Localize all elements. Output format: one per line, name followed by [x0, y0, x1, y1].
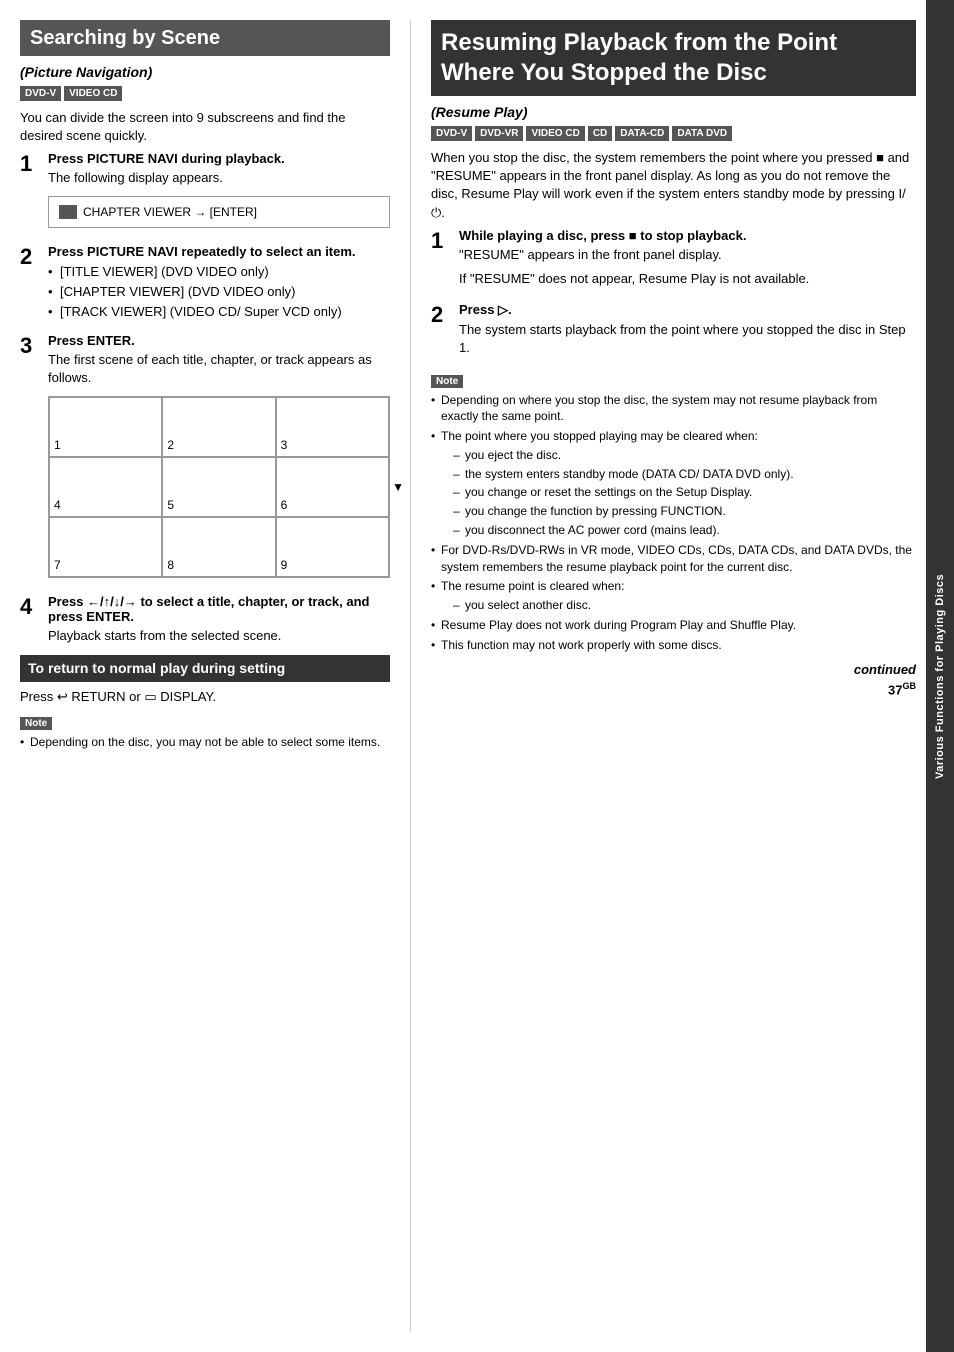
badge-r-cd: CD [588, 126, 612, 141]
left-column: Searching by Scene (Picture Navigation) … [20, 20, 410, 1332]
left-intro: You can divide the screen into 9 subscre… [20, 109, 390, 145]
return-heading: To return to normal play during setting [20, 655, 390, 683]
r-note-3: The resume point is cleared when: you se… [431, 578, 916, 614]
r-note-5: This function may not work properly with… [431, 637, 916, 654]
badge-r-dvdvr: DVD-VR [475, 126, 523, 141]
left-step4: 4 Press ←/↑/↓/→ to select a title, chapt… [20, 594, 390, 645]
left-step3: 3 Press ENTER. The first scene of each t… [20, 333, 390, 585]
step2-num: 2 [20, 246, 48, 268]
r-step1-content: While playing a disc, press ■ to stop pl… [459, 228, 916, 294]
step1-num: 1 [20, 153, 48, 175]
left-note-0: Depending on the disc, you may not be ab… [20, 734, 390, 751]
r-step2-body: The system starts playback from the poin… [459, 321, 916, 357]
r-sub1-4: you disconnect the AC power cord (mains … [453, 522, 916, 539]
r-sub1-3: you change the function by pressing FUNC… [453, 503, 916, 520]
left-note-box: Note Depending on the disc, you may not … [20, 714, 390, 751]
side-tab: Various Functions for Playing Discs [926, 0, 954, 1352]
right-note-label: Note [431, 375, 463, 388]
right-column: Resuming Playback from the Point Where Y… [410, 20, 916, 1332]
r-sub1-0: you eject the disc. [453, 447, 916, 464]
right-intro: When you stop the disc, the system remem… [431, 149, 916, 222]
return-symbol: ↩ [57, 689, 68, 704]
badge-videocd: VIDEO CD [64, 86, 122, 101]
r-step1-num: 1 [431, 230, 459, 252]
right-step1: 1 While playing a disc, press ■ to stop … [431, 228, 916, 294]
step3-body: The first scene of each title, chapter, … [48, 351, 390, 387]
left-note-label: Note [20, 717, 52, 730]
left-subtitle: (Picture Navigation) [20, 64, 390, 80]
cell-2: 2 [162, 397, 275, 457]
cell-9: 9 [276, 517, 389, 577]
r-sub1-1: the system enters standby mode (DATA CD/… [453, 466, 916, 483]
badge-r-videocd: VIDEO CD [526, 126, 584, 141]
cell-7: 7 [49, 517, 162, 577]
step3-num: 3 [20, 335, 48, 357]
right-section-header: Resuming Playback from the Point Where Y… [431, 20, 916, 96]
scene-grid-outer: 1 2 3 4 5 6 7 8 9 ▼ [48, 396, 390, 578]
left-step1: 1 Press PICTURE NAVI during playback. Th… [20, 151, 390, 235]
cell-8: 8 [162, 517, 275, 577]
badge-r-datacd: DATA-CD [615, 126, 669, 141]
page-number: 37GB [431, 681, 916, 697]
r-sub2-0: you select another disc. [453, 597, 916, 614]
step4-content: Press ←/↑/↓/→ to select a title, chapter… [48, 594, 390, 645]
step2-content: Press PICTURE NAVI repeatedly to select … [48, 244, 390, 326]
continued-text: continued [431, 662, 916, 677]
viewer-box: CHAPTER VIEWER → [ENTER] [48, 196, 390, 228]
step4-body: Playback starts from the selected scene. [48, 627, 390, 645]
r-step2-content: Press ▷. The system starts playback from… [459, 302, 916, 363]
badge-r-dvdv: DVD-V [431, 126, 472, 141]
left-step2: 2 Press PICTURE NAVI repeatedly to selec… [20, 244, 390, 326]
step4-title: Press ←/↑/↓/→ to select a title, chapter… [48, 594, 390, 624]
step4-num: 4 [20, 596, 48, 618]
scroll-arrow-icon: ▼ [392, 480, 404, 494]
badge-r-datadvd: DATA DVD [672, 126, 732, 141]
right-note-sublist2: you select another disc. [441, 597, 916, 614]
cell-4: 4 [49, 457, 162, 517]
left-note-list: Depending on the disc, you may not be ab… [20, 734, 390, 751]
main-content: Searching by Scene (Picture Navigation) … [0, 0, 926, 1352]
step1-title: Press PICTURE NAVI during playback. [48, 151, 390, 166]
badge-dvdv: DVD-V [20, 86, 61, 101]
cell-3: 3 [276, 397, 389, 457]
r-step1-title: While playing a disc, press ■ to stop pl… [459, 228, 916, 243]
cell-6: 6 [276, 457, 389, 517]
right-step2: 2 Press ▷. The system starts playback fr… [431, 302, 916, 363]
viewer-text: CHAPTER VIEWER → [ENTER] [83, 205, 257, 219]
r-step2-title: Press ▷. [459, 302, 916, 318]
step1-body: The following display appears. [48, 169, 390, 187]
r-note-4: Resume Play does not work during Program… [431, 617, 916, 634]
return-section: To return to normal play during setting … [20, 655, 390, 707]
r-note-1: The point where you stopped playing may … [431, 428, 916, 539]
scene-grid: 1 2 3 4 5 6 7 8 9 [48, 396, 390, 578]
right-subtitle: (Resume Play) [431, 104, 916, 120]
viewer-icon [59, 205, 77, 219]
step3-title: Press ENTER. [48, 333, 390, 348]
r-sub1-2: you change or reset the settings on the … [453, 484, 916, 501]
bullet-2: [TRACK VIEWER] (VIDEO CD/ Super VCD only… [48, 303, 390, 321]
r-note-0: Depending on where you stop the disc, th… [431, 392, 916, 426]
step3-content: Press ENTER. The first scene of each tit… [48, 333, 390, 585]
cell-5: 5 [162, 457, 275, 517]
step2-bullets: [TITLE VIEWER] (DVD VIDEO only) [CHAPTER… [48, 263, 390, 322]
r-step2-num: 2 [431, 304, 459, 326]
right-note-box: Note Depending on where you stop the dis… [431, 372, 916, 654]
right-note-list: Depending on where you stop the disc, th… [431, 392, 916, 654]
right-note-sublist1: you eject the disc. the system enters st… [441, 447, 916, 539]
r-note-2: For DVD-Rs/DVD-RWs in VR mode, VIDEO CDs… [431, 542, 916, 576]
r-step1-body2: If "RESUME" does not appear, Resume Play… [459, 270, 916, 288]
r-step1-body1: "RESUME" appears in the front panel disp… [459, 246, 916, 264]
bullet-1: [CHAPTER VIEWER] (DVD VIDEO only) [48, 283, 390, 301]
return-body: Press ↩ RETURN or ▭ DISPLAY. [20, 688, 390, 706]
step1-content: Press PICTURE NAVI during playback. The … [48, 151, 390, 235]
right-badges: DVD-V DVD-VR VIDEO CD CD DATA-CD DATA DV… [431, 126, 916, 141]
bullet-0: [TITLE VIEWER] (DVD VIDEO only) [48, 263, 390, 281]
left-section-header: Searching by Scene [20, 20, 390, 56]
step2-title: Press PICTURE NAVI repeatedly to select … [48, 244, 390, 259]
cell-1: 1 [49, 397, 162, 457]
display-symbol: ▭ [144, 689, 156, 704]
page-container: Searching by Scene (Picture Navigation) … [0, 0, 954, 1352]
left-badges: DVD-V VIDEO CD [20, 86, 390, 101]
